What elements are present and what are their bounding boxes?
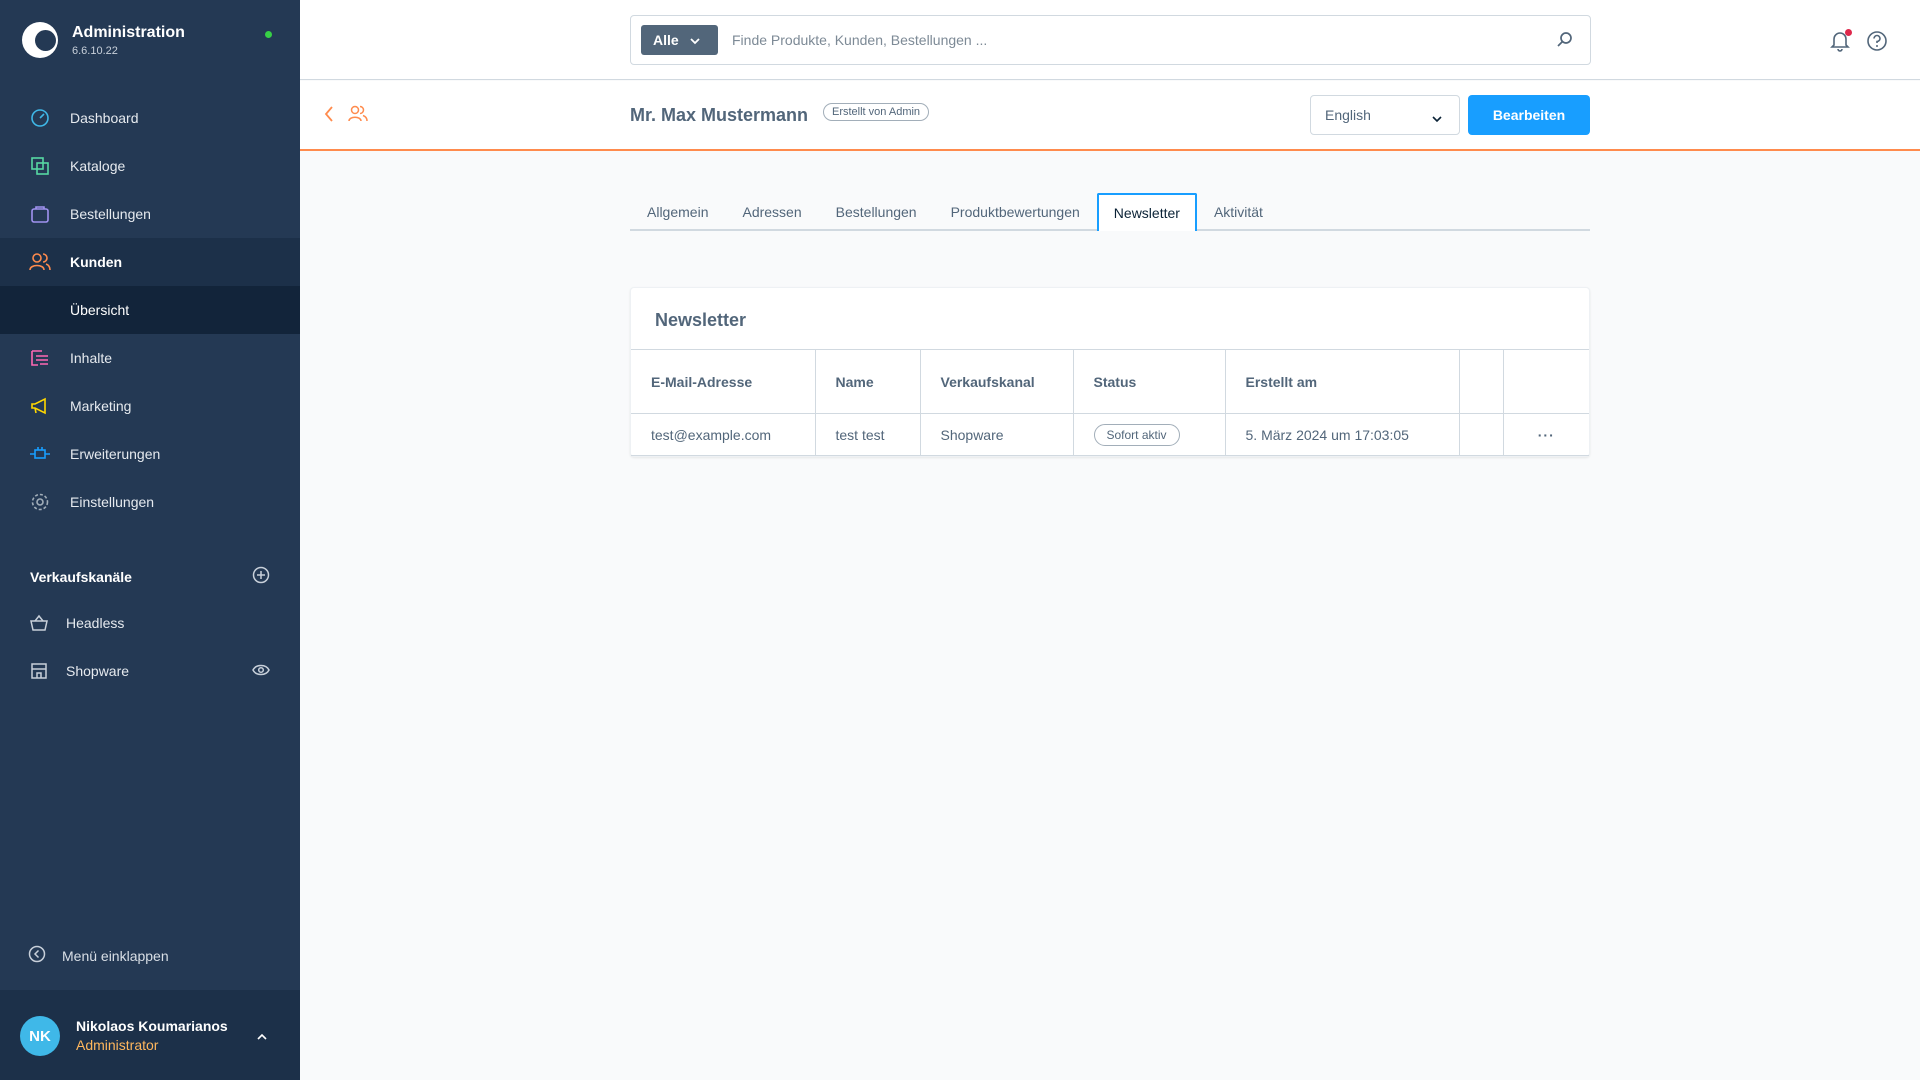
sales-channels-header: Verkaufskanäle [30,566,270,587]
column-header-channel[interactable]: Verkaufskanal [920,349,1074,414]
smart-bar: Mr. Max Mustermann Erstellt von Admin En… [300,81,1920,151]
customers-icon [28,250,52,274]
status-badge: Sofort aktiv [1093,423,1180,446]
search-type-select[interactable]: Alle [641,25,718,55]
tab-bestellungen[interactable]: Bestellungen [819,193,934,231]
tab-adressen[interactable]: Adressen [725,193,818,231]
catalog-icon [28,154,52,178]
shopping-bag-icon [28,202,52,226]
sidebar-subitem-uebersicht[interactable]: Übersicht [0,286,300,334]
user-role: Administrator [76,1037,159,1053]
sidebar-item-kataloge[interactable]: Kataloge [0,142,300,190]
cell-email: test@example.com [631,413,816,456]
content-icon [28,346,52,370]
tab-aktivitaet[interactable]: Aktivität [1197,193,1280,231]
megaphone-icon [28,394,52,418]
plug-icon [28,442,52,466]
customers-icon [348,105,368,128]
language-select[interactable]: English [1310,95,1460,135]
chevron-up-icon[interactable] [256,1028,268,1046]
sales-channel-headless[interactable]: Headless [0,599,300,647]
card-title: Newsletter [655,310,747,330]
sidebar-item-kunden[interactable]: Kunden [0,238,300,286]
brand-version: 6.6.10.22 [72,44,118,57]
tab-allgemein[interactable]: Allgemein [630,193,725,231]
column-header-actions [1503,349,1589,414]
page-title: Mr. Max Mustermann [630,105,809,125]
cell-name: test test [815,413,921,456]
table-header-row: E-Mail-Adresse Name Verkaufskanal Status… [631,349,1589,414]
global-search: Alle [630,15,1591,65]
search-icon[interactable] [1556,31,1574,54]
user-menu[interactable]: NK Nikolaos Koumarianos Administrator [0,990,300,1080]
sales-channel-shopware[interactable]: Shopware [0,647,300,695]
created-by-badge: Erstellt von Admin [823,103,930,121]
language-select-value: English [1325,107,1371,123]
sidebar-item-label: Übersicht [70,302,130,318]
add-sales-channel-icon[interactable] [252,566,270,587]
sidebar-item-marketing[interactable]: Marketing [0,382,300,430]
sidebar: Administration 6.6.10.22 Dashboard Katal… [0,0,300,1080]
sidebar-item-inhalte[interactable]: Inhalte [0,334,300,382]
sales-channel-label: Shopware [66,663,130,679]
basket-icon [28,612,50,634]
sidebar-item-bestellungen[interactable]: Bestellungen [0,190,300,238]
column-header-spacer [1459,349,1504,414]
user-name: Nikolaos Koumarianos [76,1018,228,1034]
newsletter-card: Newsletter E-Mail-Adresse Name Verkaufsk… [630,287,1590,457]
arrow-left-icon[interactable] [322,105,336,128]
chevron-down-icon [1431,110,1443,126]
sidebar-item-dashboard[interactable]: Dashboard [0,94,300,142]
column-header-status[interactable]: Status [1073,349,1226,414]
sidebar-item-label: Kataloge [70,158,126,174]
cell-created: 5. März 2024 um 17:03:05 [1225,413,1460,456]
cell-status: Sofort aktiv [1073,413,1226,456]
newsletter-table: E-Mail-Adresse Name Verkaufskanal Status… [631,349,1589,456]
chevron-circle-left-icon [28,945,46,966]
search-input[interactable] [732,32,1532,48]
customer-tabs: Allgemein Adressen Bestellungen Produktb… [630,193,1590,231]
sidebar-item-einstellungen[interactable]: Einstellungen [0,478,300,526]
shopware-logo-icon [22,22,58,58]
online-status-icon [265,31,272,38]
sidebar-item-label: Marketing [70,398,132,414]
collapse-menu-label: Menü einklappen [62,947,169,964]
sidebar-item-label: Erweiterungen [70,446,161,462]
cell-channel: Shopware [920,413,1074,456]
collapse-menu-button[interactable]: Menü einklappen [28,945,169,966]
brand-title: Administration [72,23,185,41]
gauge-icon [28,106,52,130]
help-icon[interactable] [1866,30,1888,57]
column-header-email[interactable]: E-Mail-Adresse [631,349,816,414]
gear-icon [28,490,52,514]
sidebar-item-label: Einstellungen [70,494,155,510]
column-header-name[interactable]: Name [815,349,921,414]
edit-button[interactable]: Bearbeiten [1468,95,1590,135]
tab-produktbewertungen[interactable]: Produktbewertungen [934,193,1097,231]
cell-spacer [1459,413,1504,456]
tab-newsletter[interactable]: Newsletter [1096,193,1197,231]
avatar: NK [20,1016,60,1056]
storefront-icon [28,660,50,682]
table-row: test@example.com test test Shopware Sofo… [631,413,1589,456]
column-header-created[interactable]: Erstellt am [1225,349,1460,414]
sidebar-item-label: Bestellungen [70,206,151,222]
chevron-down-icon [689,32,701,48]
sales-channel-list: Headless Shopware [0,599,300,695]
sales-channel-label: Headless [66,615,125,631]
row-actions-button[interactable]: ··· [1503,413,1589,456]
sidebar-item-label: Kunden [70,254,123,270]
notification-indicator-icon [1845,29,1852,36]
sidebar-item-label: Dashboard [70,110,139,126]
brand[interactable]: Administration 6.6.10.22 [22,22,185,58]
top-bar: Alle [300,0,1920,80]
search-type-label: Alle [653,32,679,48]
eye-icon[interactable] [252,663,270,680]
sidebar-item-erweiterungen[interactable]: Erweiterungen [0,430,300,478]
main-nav: Dashboard Kataloge Bestellungen Kunden Ü… [0,94,300,526]
sales-channels-title: Verkaufskanäle [30,568,132,585]
sidebar-item-label: Inhalte [70,350,113,366]
